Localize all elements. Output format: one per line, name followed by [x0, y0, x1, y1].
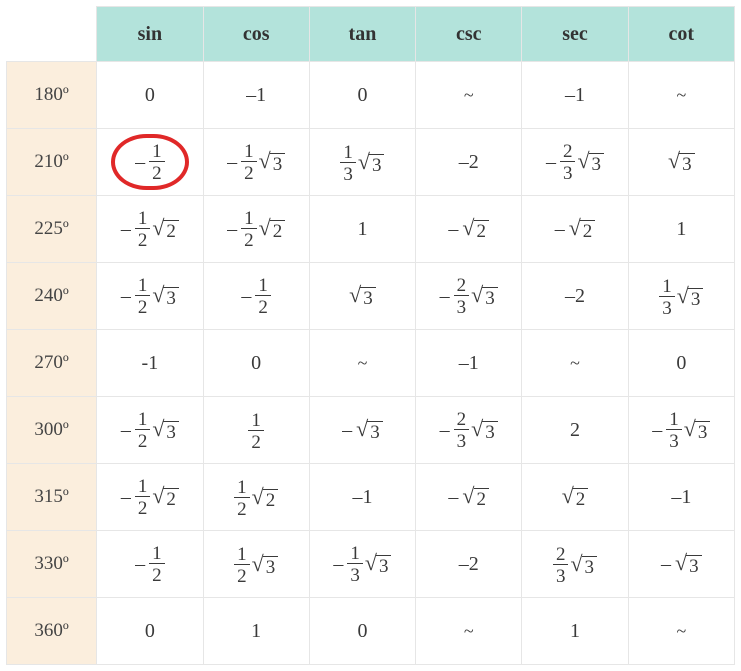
value-cell-cot: 13√3	[628, 263, 734, 330]
value-cell-sin: –12√2	[97, 464, 203, 531]
value-cell-cot: ~	[628, 598, 734, 665]
value-cell-cot: –√3	[628, 531, 734, 598]
value-cell-cos: 0	[203, 330, 309, 397]
header-tan: tan	[309, 7, 415, 62]
value-cell-sin: –12	[97, 129, 203, 196]
value-cell-tan: 0	[309, 598, 415, 665]
value-cell-sec: 23√3	[522, 531, 628, 598]
value-cell-sec: –23√3	[522, 129, 628, 196]
header-cos: cos	[203, 7, 309, 62]
value-cell-cot: 0	[628, 330, 734, 397]
value-cell-cos: 1	[203, 598, 309, 665]
value-cell-cot: –13√3	[628, 397, 734, 464]
value-cell-csc: –2	[416, 531, 522, 598]
value-cell-sin: -1	[97, 330, 203, 397]
value-cell-sec: 1	[522, 598, 628, 665]
value-cell-csc: –1	[416, 330, 522, 397]
value-cell-tan: 0	[309, 62, 415, 129]
table-body: 180º0–10~–1~210º–12–12√313√3–2–23√3√3225…	[7, 62, 735, 665]
value-cell-tan: 1	[309, 196, 415, 263]
angle-cell: 270º	[7, 330, 97, 397]
header-sec: sec	[522, 7, 628, 62]
value-cell-csc: –23√3	[416, 263, 522, 330]
value-cell-cot: ~	[628, 62, 734, 129]
angle-cell: 315º	[7, 464, 97, 531]
table-row: 210º–12–12√313√3–2–23√3√3	[7, 129, 735, 196]
header-row: sin cos tan csc sec cot	[7, 7, 735, 62]
value-cell-sec: ~	[522, 330, 628, 397]
header-corner	[7, 7, 97, 62]
value-cell-cos: 12	[203, 397, 309, 464]
table-row: 270º-10~–1~0	[7, 330, 735, 397]
angle-cell: 330º	[7, 531, 97, 598]
value-cell-cot: –1	[628, 464, 734, 531]
value-cell-cos: –12	[203, 263, 309, 330]
angle-cell: 225º	[7, 196, 97, 263]
header-csc: csc	[416, 7, 522, 62]
value-cell-tan: –1	[309, 464, 415, 531]
table-row: 360º010~1~	[7, 598, 735, 665]
header-sin: sin	[97, 7, 203, 62]
value-cell-sin: –12√3	[97, 263, 203, 330]
value-cell-tan: ~	[309, 330, 415, 397]
value-cell-sin: –12	[97, 531, 203, 598]
value-cell-sin: –12√3	[97, 397, 203, 464]
value-cell-csc: –√2	[416, 196, 522, 263]
value-cell-sec: 2	[522, 397, 628, 464]
value-cell-sin: –12√2	[97, 196, 203, 263]
angle-cell: 210º	[7, 129, 97, 196]
table-row: 300º–12√312– √3–23√32–13√3	[7, 397, 735, 464]
table-row: 225º–12√2–12√21–√2–√21	[7, 196, 735, 263]
value-cell-sec: √2	[522, 464, 628, 531]
angle-cell: 240º	[7, 263, 97, 330]
value-cell-cos: 12√2	[203, 464, 309, 531]
angle-cell: 360º	[7, 598, 97, 665]
table-row: 315º–12√212√2–1–√2√2–1	[7, 464, 735, 531]
angle-cell: 180º	[7, 62, 97, 129]
value-cell-cot: 1	[628, 196, 734, 263]
table-row: 240º–12√3–12√3–23√3–213√3	[7, 263, 735, 330]
value-cell-sin: 0	[97, 598, 203, 665]
value-cell-tan: √3	[309, 263, 415, 330]
value-cell-cos: –1	[203, 62, 309, 129]
value-cell-csc: –2	[416, 129, 522, 196]
value-cell-tan: 13√3	[309, 129, 415, 196]
value-cell-tan: –13√3	[309, 531, 415, 598]
value-cell-sin: 0	[97, 62, 203, 129]
value-cell-sec: –2	[522, 263, 628, 330]
trig-table: sin cos tan csc sec cot 180º0–10~–1~210º…	[6, 6, 735, 665]
value-cell-csc: ~	[416, 62, 522, 129]
value-cell-cos: –12√3	[203, 129, 309, 196]
header-cot: cot	[628, 7, 734, 62]
table-row: 180º0–10~–1~	[7, 62, 735, 129]
value-cell-tan: – √3	[309, 397, 415, 464]
trig-value-table: sin cos tan csc sec cot 180º0–10~–1~210º…	[0, 0, 741, 671]
value-cell-csc: –√2	[416, 464, 522, 531]
value-cell-cot: √3	[628, 129, 734, 196]
value-cell-cos: –12√2	[203, 196, 309, 263]
value-cell-csc: ~	[416, 598, 522, 665]
angle-cell: 300º	[7, 397, 97, 464]
table-row: 330º–1212√3–13√3–223√3–√3	[7, 531, 735, 598]
value-cell-csc: –23√3	[416, 397, 522, 464]
value-cell-sec: –√2	[522, 196, 628, 263]
value-cell-cos: 12√3	[203, 531, 309, 598]
value-cell-sec: –1	[522, 62, 628, 129]
